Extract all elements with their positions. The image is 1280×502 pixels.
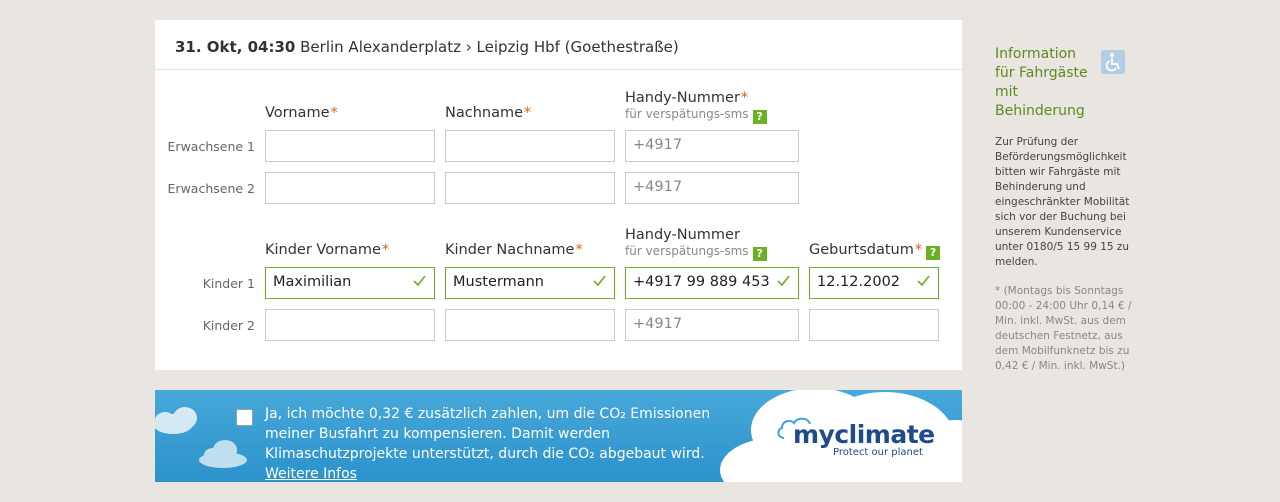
adult-1-first-name-input[interactable] [265,130,435,162]
co2-text: Ja, ich möchte 0,32 € zusätzlich zahlen,… [265,406,711,482]
last-name-label: Nachname* [445,105,532,121]
accessibility-title: Information für Fahrgäste mit Behinderun… [995,46,1088,119]
child-2-last-name-input[interactable] [445,309,615,341]
child-2-first-name-input[interactable] [265,309,435,341]
more-info-link[interactable]: Weitere Infos [265,466,357,482]
child-first-name-label: Kinder Vorname* [265,242,390,258]
trip-date: 31. Okt, 04:30 [175,38,296,56]
co2-compensation-banner: Ja, ich möchte 0,32 € zusätzlich zahlen,… [155,390,962,482]
child-1-label: Kinder 1 [202,276,255,291]
child-2-phone-input[interactable]: +4917 [625,309,799,341]
check-icon [917,275,930,287]
child-1-phone-input[interactable]: +4917 99 889 453 [625,267,799,299]
adult-2-label: Erwachsene 2 [167,181,255,196]
child-1-last-name-input[interactable]: Mustermann [445,267,615,299]
adult-1-label: Erwachsene 1 [167,139,255,154]
co2-checkbox[interactable] [236,409,253,426]
phone-sublabel: für verspätungs-sms? [625,107,767,124]
child-2-birth-date-input[interactable] [809,309,939,341]
child-last-name-label: Kinder Nachname* [445,242,583,258]
birth-date-label: Geburtsdatum*? [809,242,941,260]
child-phone-help-icon[interactable]: ? [752,247,767,261]
adult-1-phone-input[interactable]: +4917 [625,130,799,162]
myclimate-logo: myclimate Protect our planet [776,417,935,460]
wheelchair-icon [1101,50,1125,74]
check-icon [777,275,790,287]
phone-label: Handy-Nummer* [625,90,749,106]
child-1-first-name-input[interactable]: Maximilian [265,267,435,299]
child-phone-label: Handy-Nummer [625,227,740,243]
child-1-birth-date-input[interactable]: 12.12.2002 [809,267,939,299]
logo-wordmark: myclimate [793,420,935,449]
birth-help-icon[interactable]: ? [926,246,941,260]
accessibility-body: Zur Prüfung der Beförderungsmöglichkeit … [995,136,1130,268]
trip-route: Berlin Alexanderplatz › Leipzig Hbf (Goe… [300,38,679,56]
adult-2-first-name-input[interactable] [265,172,435,204]
adult-2-phone-input[interactable]: +4917 [625,172,799,204]
check-icon [593,275,606,287]
accessibility-note: * (Montags bis Sonntags 00:00 - 24:00 Uh… [995,285,1132,372]
accessibility-info: Information für Fahrgäste mit Behinderun… [995,45,1135,374]
adult-1-last-name-input[interactable] [445,130,615,162]
passenger-form-card: 31. Okt, 04:30 Berlin Alexanderplatz › L… [155,20,962,370]
adult-2-last-name-input[interactable] [445,172,615,204]
phone-help-icon[interactable]: ? [752,110,767,124]
first-name-label: Vorname* [265,105,338,121]
check-icon [413,275,426,287]
trip-header: 31. Okt, 04:30 Berlin Alexanderplatz › L… [155,20,962,70]
logo-tagline: Protect our planet [833,447,923,458]
child-2-label: Kinder 2 [202,318,255,333]
child-phone-sublabel: für verspätungs-sms? [625,244,767,261]
